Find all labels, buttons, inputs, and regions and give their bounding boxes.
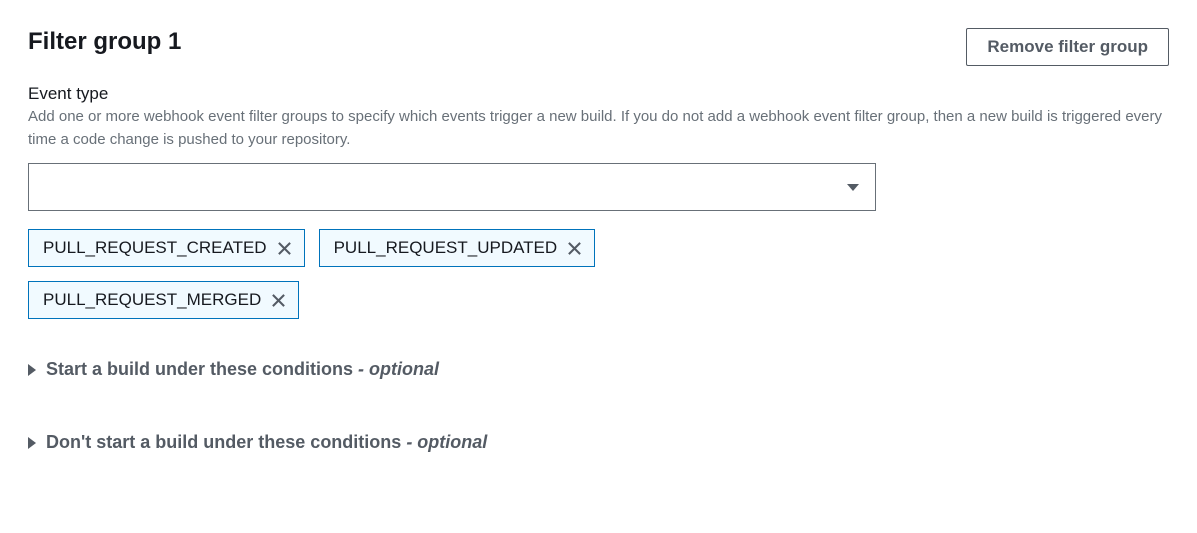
event-tag-label: PULL_REQUEST_UPDATED: [334, 238, 558, 258]
filter-group-title: Filter group 1: [28, 28, 181, 56]
expand-icon: [28, 437, 36, 449]
remove-tag-button[interactable]: [277, 241, 292, 256]
remove-tag-button[interactable]: [271, 293, 286, 308]
expand-icon: [28, 364, 36, 376]
start-build-conditions-label: Start a build under these conditions - o…: [46, 359, 439, 380]
close-icon: [567, 241, 582, 256]
remove-filter-group-button[interactable]: Remove filter group: [966, 28, 1169, 66]
event-tag-pull-request-merged: PULL_REQUEST_MERGED: [28, 281, 299, 319]
close-icon: [277, 241, 292, 256]
dont-start-build-conditions-label: Don't start a build under these conditio…: [46, 432, 487, 453]
event-type-select[interactable]: [28, 163, 876, 211]
event-type-label: Event type: [28, 84, 1169, 104]
event-tag-label: PULL_REQUEST_CREATED: [43, 238, 267, 258]
start-build-conditions-section[interactable]: Start a build under these conditions - o…: [28, 359, 1169, 380]
dont-start-build-conditions-section[interactable]: Don't start a build under these conditio…: [28, 432, 1169, 453]
event-type-description: Add one or more webhook event filter gro…: [28, 106, 1168, 151]
close-icon: [271, 293, 286, 308]
remove-tag-button[interactable]: [567, 241, 582, 256]
caret-down-icon: [847, 184, 859, 191]
event-tag-pull-request-updated: PULL_REQUEST_UPDATED: [319, 229, 596, 267]
event-tag-label: PULL_REQUEST_MERGED: [43, 290, 261, 310]
event-tag-pull-request-created: PULL_REQUEST_CREATED: [28, 229, 305, 267]
